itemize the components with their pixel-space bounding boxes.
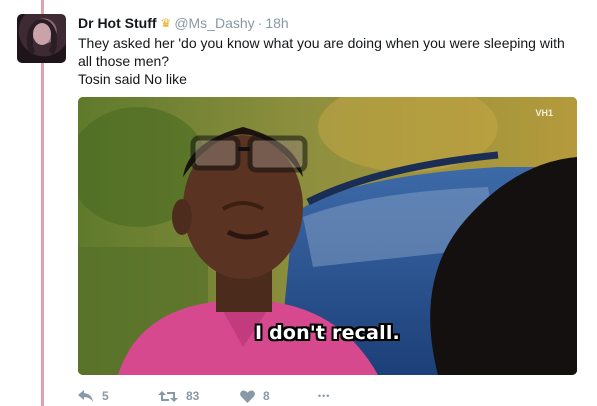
author-name[interactable]: Dr Hot Stuff bbox=[78, 15, 157, 31]
crown-icon: ♛ bbox=[160, 16, 172, 30]
like-count: 8 bbox=[263, 389, 270, 403]
tweet-text-line: Tosin said No like bbox=[78, 71, 187, 87]
reply-button[interactable]: 5 bbox=[78, 388, 109, 404]
avatar-face bbox=[33, 23, 51, 45]
tweet-timestamp[interactable]: 18h bbox=[265, 15, 288, 31]
reply-icon bbox=[78, 390, 93, 402]
retweet-count: 83 bbox=[186, 389, 200, 403]
watermark-logo: VH1 bbox=[535, 108, 553, 118]
more-icon: ••• bbox=[318, 391, 331, 401]
avatar[interactable] bbox=[17, 14, 66, 63]
separator-dot: · bbox=[257, 15, 263, 31]
tweet-text-line: They asked her 'do you know what you are… bbox=[78, 35, 565, 51]
reply-count: 5 bbox=[102, 389, 109, 403]
heart-icon bbox=[240, 389, 255, 403]
tweet-text: They asked her 'do you know what you are… bbox=[78, 34, 578, 88]
more-button[interactable]: ••• bbox=[318, 388, 330, 404]
tweet-media-image[interactable]: VH1 I don't recall. bbox=[78, 97, 577, 375]
retweet-icon bbox=[158, 390, 178, 402]
author-handle[interactable]: @Ms_Dashy bbox=[174, 15, 254, 31]
video-subtitle: I don't recall. bbox=[255, 322, 400, 344]
tweet-header: Dr Hot Stuff ♛ @Ms_Dashy · 18h bbox=[78, 14, 289, 32]
retweet-button[interactable]: 83 bbox=[158, 388, 199, 404]
tweet-text-line: all those men? bbox=[78, 53, 170, 69]
like-button[interactable]: 8 bbox=[240, 388, 270, 404]
